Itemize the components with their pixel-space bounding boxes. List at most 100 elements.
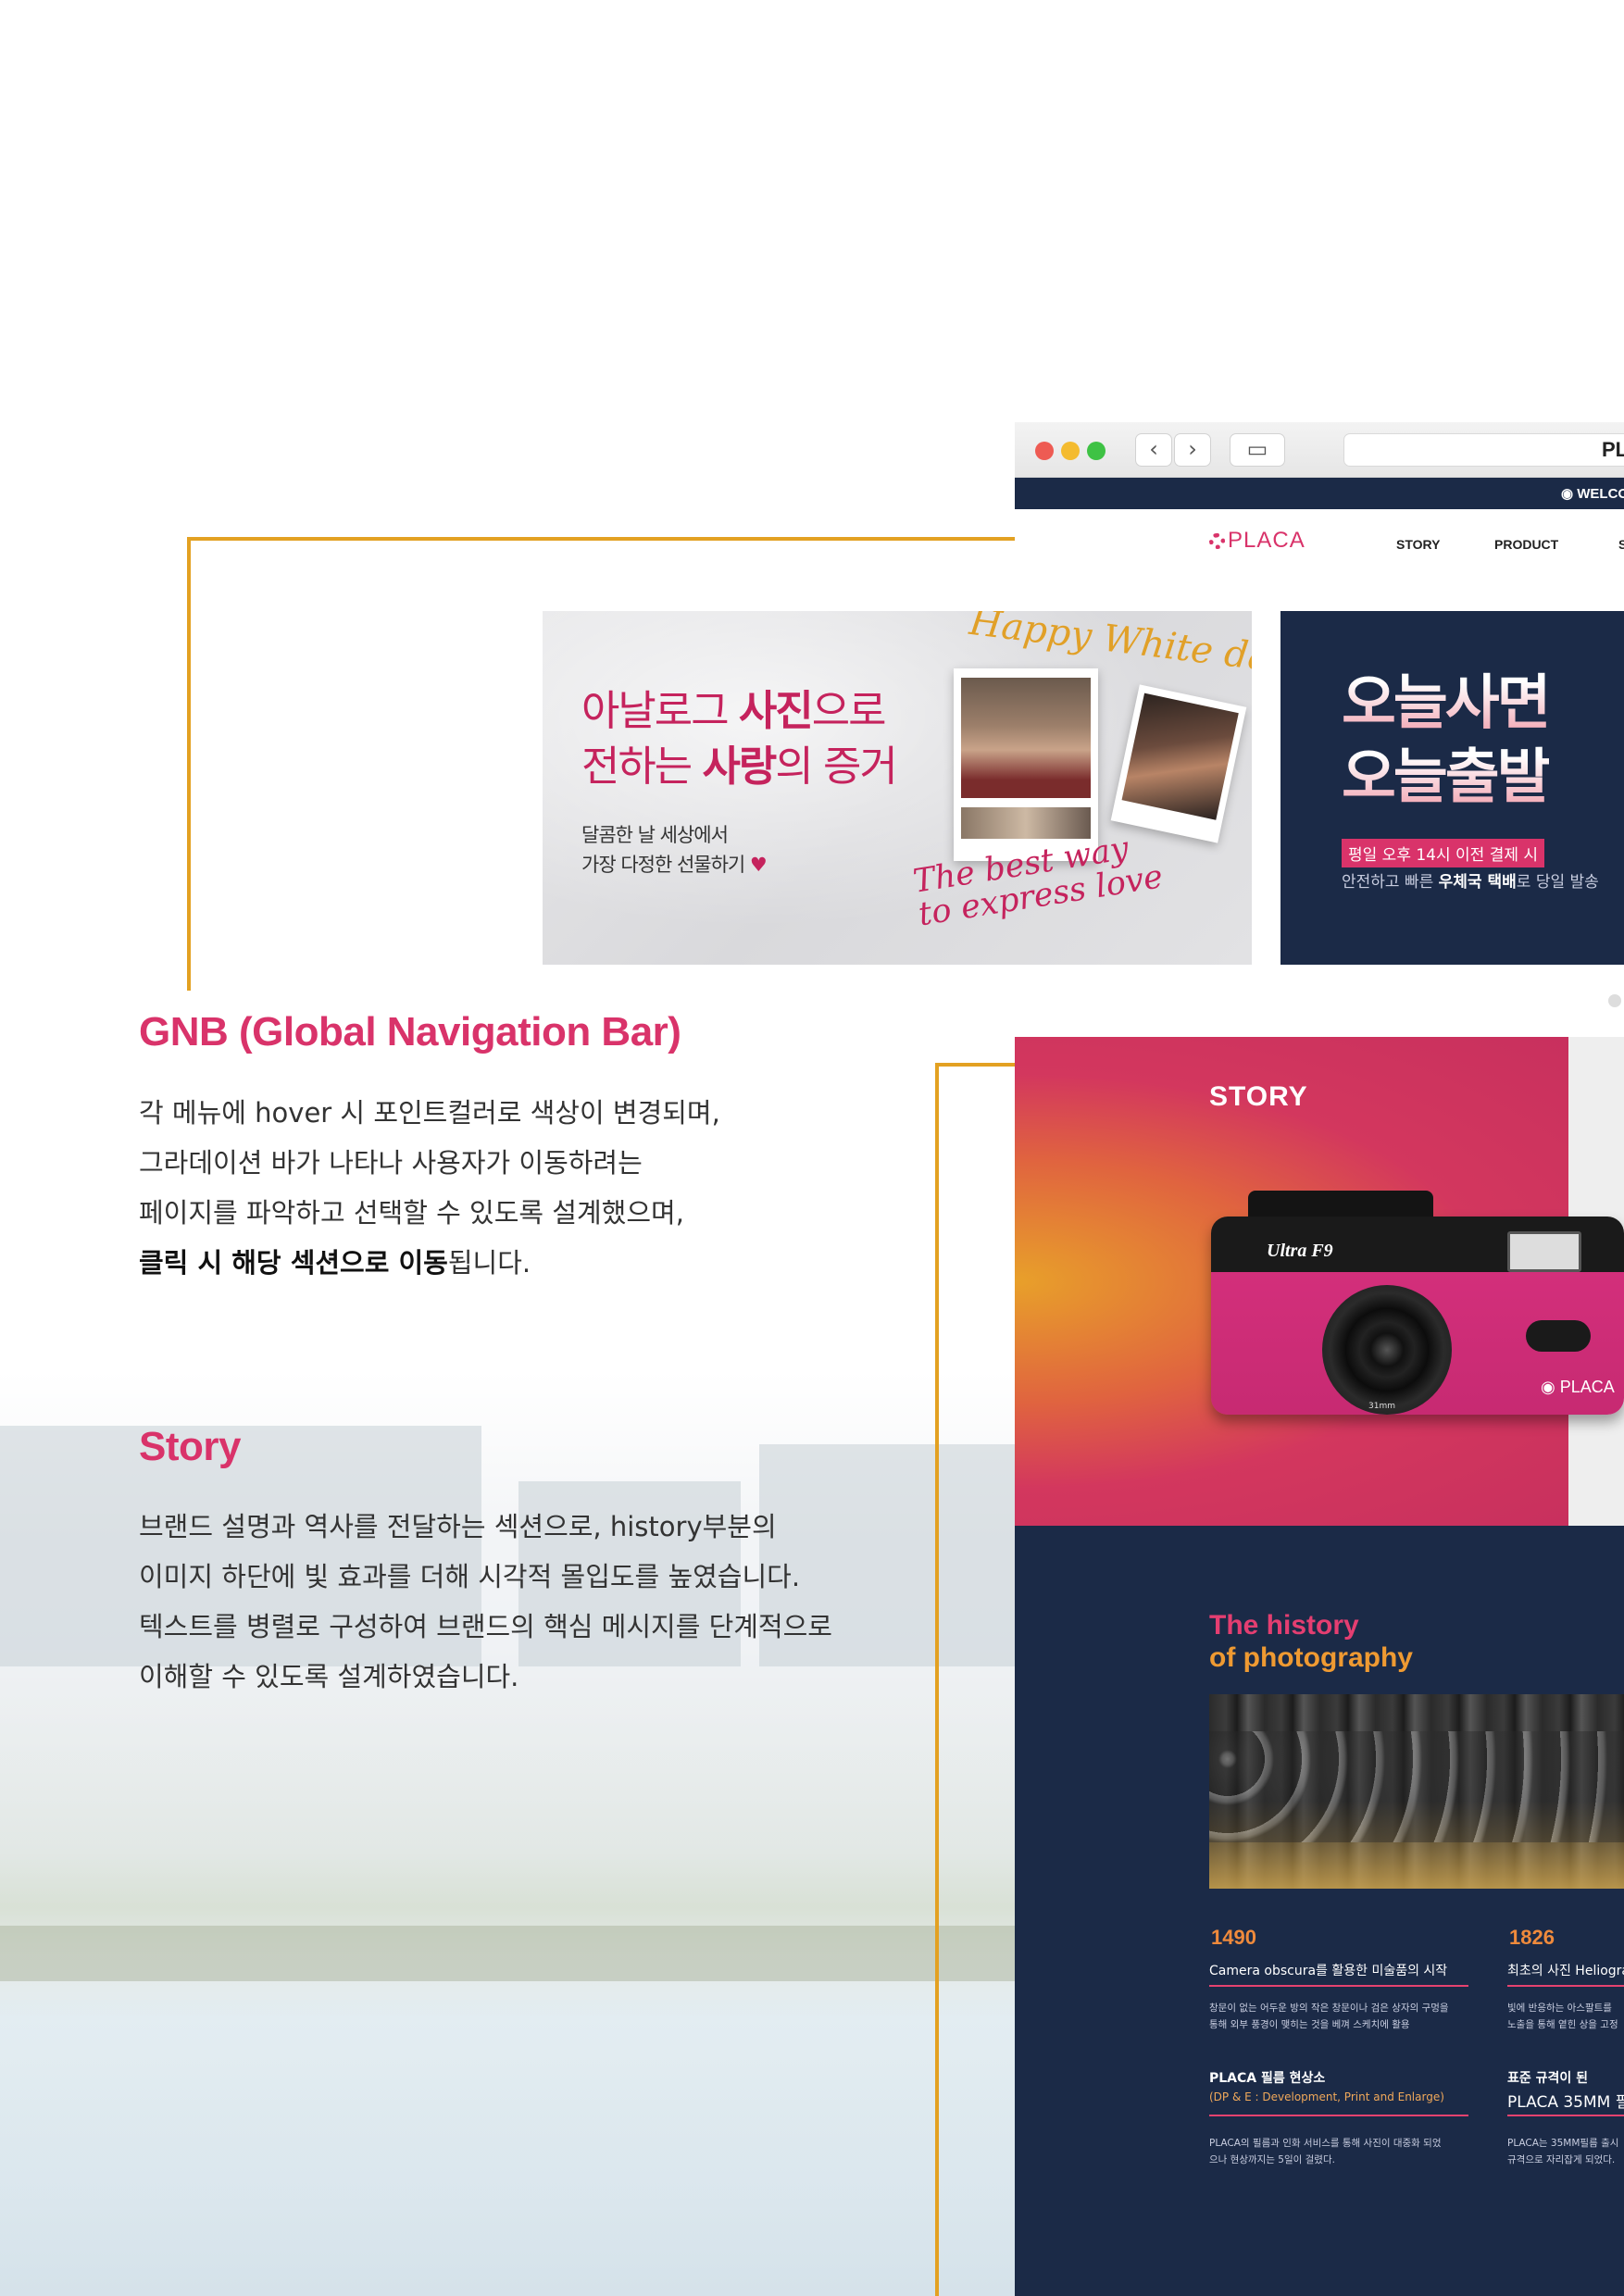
timeline-subtitle: (DP & E : Development, Print and Enlarge… [1209, 2090, 1444, 2103]
camera-model-name: Ultra F9 [1267, 1241, 1333, 1261]
timeline-title-bold: PLACA 필름 현상소 [1209, 2071, 1326, 2086]
timeline-title: Camera obscura를 활용한 미술품의 시작 [1209, 1964, 1448, 1978]
history-title-line2: of photography [1209, 1642, 1413, 1673]
gnb-desc-line: 각 메뉴에 hover 시 포인트컬러로 색상이 변경되며, [139, 1097, 720, 1129]
timeline-description: PLACA의 필름과 인화 서비스를 통해 사진이 대중화 되었 으나 현상까지… [1209, 2135, 1442, 2168]
timeline-year: 1490 [1211, 1926, 1256, 1949]
timeline-desc-line: PLACA는 35MM필름 출시 [1507, 2138, 1619, 2149]
polaroid-photo-1 [954, 668, 1098, 861]
gnb-desc-rest: 됩니다. [447, 1247, 531, 1279]
camera-viewfinder [1526, 1320, 1591, 1352]
headline-text: 전하는 [581, 742, 703, 791]
close-window-button[interactable] [1035, 442, 1054, 460]
camera-logo-text: PLACA [1559, 1378, 1615, 1396]
camera-logo: ◉ PLACA [1541, 1378, 1615, 1396]
story-desc-line: 텍스트를 병렬로 구성하여 브랜드의 핵심 메시지를 단계적으로 [139, 1611, 832, 1642]
subtext-line: 달콤한 날 세상에서 [581, 824, 729, 846]
forward-icon[interactable]: › [1174, 433, 1211, 467]
back-icon[interactable]: ‹ [1135, 433, 1172, 467]
logo-ring-icon [1209, 533, 1225, 549]
browser-toolbar: ‹ › ▭ PL [1015, 422, 1624, 478]
placa-logo[interactable]: PLACA [1209, 528, 1305, 554]
gnb-desc-line: 페이지를 파악하고 선택할 수 있도록 설계했으며, [139, 1197, 684, 1229]
story-desc-line: 브랜드 설명과 역사를 전달하는 섹션으로, history부분의 [139, 1511, 777, 1542]
banner2-headline: 오늘사면 오늘출발 [1342, 667, 1552, 815]
gnb-connector-vertical [187, 537, 191, 991]
headline-text: 아날로그 [581, 686, 739, 735]
banner2-headline-line: 오늘사면 [1342, 667, 1552, 741]
story-desc-line: 이해할 수 있도록 설계하였습니다. [139, 1661, 519, 1692]
headline-bold: 사랑 [702, 742, 778, 791]
polaroid-image [1121, 693, 1239, 820]
gnb-section-title: GNB (Global Navigation Bar) [139, 1009, 681, 1054]
welcome-text: ◉ WELCO [1561, 485, 1624, 502]
sidebar-icon[interactable]: ▭ [1230, 433, 1285, 467]
nav-item-s[interactable]: S [1618, 537, 1624, 552]
minimize-window-button[interactable] [1061, 442, 1080, 460]
timeline-title: PLACA 필름 현상소 [1209, 2068, 1325, 2087]
headline-text: 으로 [811, 686, 887, 735]
subtext-line: 가장 다정한 선물하기 ♥ [581, 850, 768, 880]
subtext-text: 가장 다정한 선물하기 [581, 854, 745, 876]
timeline-description: 창문이 없는 어두운 방의 작은 창문이나 검은 상자의 구멍을 통해 외부 풍… [1209, 2000, 1449, 2033]
gnb-desc-line: 클릭 시 해당 섹션으로 이동됩니다. [139, 1238, 720, 1288]
timeline-desc-line: 통해 외부 풍경이 맺히는 것을 베껴 스케치에 활용 [1209, 2019, 1410, 2030]
banner1-headline: 아날로그 사진으로 전하는 사랑의 증거 [581, 683, 898, 794]
camera-flash [1507, 1231, 1581, 1272]
camera-lens-mm: 31mm [1368, 1402, 1395, 1411]
banner-white-day[interactable]: 아날로그 사진으로 전하는 사랑의 증거 달콤한 날 세상에서 가장 다정한 선… [543, 611, 1252, 965]
top-announcement-bar: ◉ WELCO [1015, 478, 1624, 509]
slider-pager-dot[interactable] [1608, 994, 1621, 1007]
history-photo-people [1209, 1731, 1624, 1842]
headline-text: 의 증거 [775, 742, 898, 791]
polaroid-image [961, 678, 1091, 798]
history-title-line1: The history [1209, 1610, 1359, 1641]
banner2-headline-line: 오늘출발 [1342, 741, 1552, 815]
desc-text: 로 당일 발송 [1516, 873, 1599, 892]
maximize-window-button[interactable] [1087, 442, 1106, 460]
logo-text: PLACA [1228, 528, 1305, 553]
polaroid-photo-2 [1110, 684, 1247, 843]
history-title: The history of photography [1209, 1609, 1413, 1674]
banner1-subtext: 달콤한 날 세상에서 가장 다정한 선물하기 ♥ [581, 820, 768, 880]
story-section-title: Story [139, 1424, 241, 1469]
gnb-desc-line: 그라데이션 바가 나타나 사용자가 이동하려는 [139, 1147, 643, 1179]
banner1-headline-line2: 전하는 사랑의 증거 [581, 739, 898, 794]
gnb-connector-horizontal [187, 537, 1052, 541]
story-desc-line: 이미지 하단에 빛 효과를 더해 시각적 몰입도를 높였습니다. [139, 1561, 801, 1592]
timeline-title: 최초의 사진 Heliogra [1507, 1964, 1624, 1978]
timeline-year: 1826 [1509, 1926, 1555, 1949]
nav-item-story[interactable]: STORY [1396, 537, 1440, 552]
headline-bold: 사진 [738, 686, 814, 735]
heart-icon: ♥ [749, 854, 768, 876]
story-connector-vertical [935, 1063, 939, 2296]
desc-bold: 우체국 택배 [1438, 873, 1517, 892]
banner1-headline-line1: 아날로그 사진으로 [581, 683, 896, 739]
polaroid-image-strip [961, 807, 1091, 839]
timeline-desc-line: PLACA의 필름과 인화 서비스를 통해 사진이 대중화 되었 [1209, 2138, 1442, 2149]
timeline-desc-line: 빛에 반응하는 아스팔트를 [1507, 2003, 1612, 2014]
timeline-description: 빛에 반응하는 아스팔트를 노출을 통해 옅힌 상을 고정 [1507, 2000, 1618, 2033]
timeline-desc-line: 규격으로 자리잡게 되었다. [1507, 2154, 1616, 2165]
timeline-rule [1209, 1985, 1468, 1987]
global-navigation-bar: PLACA STORY PRODUCT S [1015, 509, 1624, 583]
gnb-section-description: 각 메뉴에 hover 시 포인트컬러로 색상이 변경되며, 그라데이션 바가 … [139, 1088, 720, 1288]
timeline-rule [1507, 1985, 1624, 1987]
banner2-description: 안전하고 빠른 우체국 택배로 당일 발송 [1342, 868, 1599, 892]
gnb-desc-bold: 클릭 시 해당 섹션으로 이동 [139, 1247, 448, 1279]
history-group-photo [1209, 1694, 1624, 1889]
timeline-title-bold: 표준 규격이 된 [1507, 2071, 1589, 2086]
nav-item-product[interactable]: PRODUCT [1494, 537, 1558, 552]
banner2-tag: 평일 오후 14시 이전 결제 시 [1342, 839, 1545, 867]
welcome-label: WELCO [1577, 486, 1624, 502]
story-heading: STORY [1209, 1081, 1308, 1112]
camera-illustration: Ultra F9 31mm ◉ PLACA [1211, 1183, 1624, 1415]
timeline-title: 표준 규격이 된 [1507, 2068, 1588, 2087]
timeline-desc-line: 창문이 없는 어두운 방의 작은 창문이나 검은 상자의 구멍을 [1209, 2003, 1449, 2014]
address-bar[interactable]: PL [1343, 433, 1624, 467]
camera-lens [1322, 1285, 1452, 1415]
timeline-rule [1507, 2115, 1624, 2116]
banner-same-day-delivery[interactable]: 오늘사면 오늘출발 평일 오후 14시 이전 결제 시 안전하고 빠른 우체국 … [1280, 611, 1624, 965]
desc-text: 안전하고 빠른 [1342, 873, 1439, 892]
timeline-desc-line: 노출을 통해 옅힌 상을 고정 [1507, 2019, 1618, 2030]
